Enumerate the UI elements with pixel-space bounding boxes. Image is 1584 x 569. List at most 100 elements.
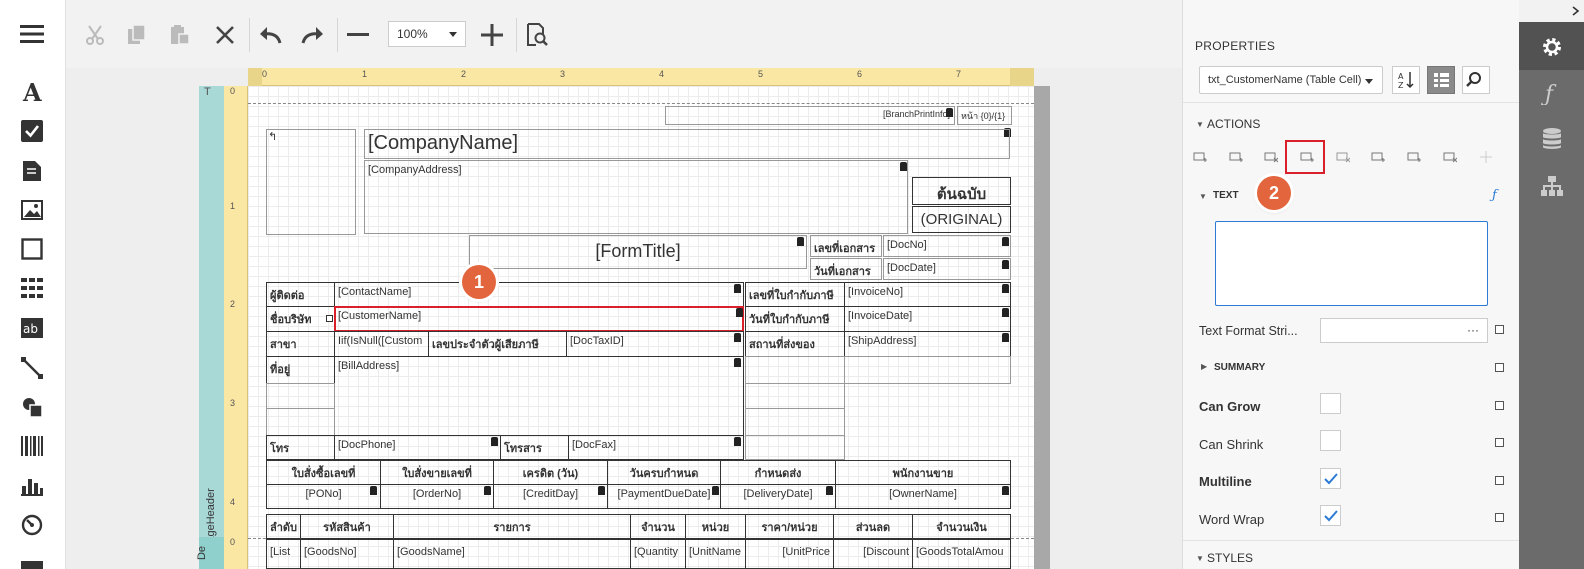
merge-cells-icon[interactable] <box>1479 150 1493 164</box>
invoice-spacer-5[interactable] <box>745 435 845 460</box>
line-tool-icon[interactable] <box>18 354 46 382</box>
doc-no-label[interactable]: เลขที่เอกสาร <box>810 235 882 257</box>
item-header-amount[interactable]: จำนวนเงิน <box>912 514 1011 539</box>
rich-text-tool-icon[interactable] <box>18 157 46 185</box>
info-value-delivery[interactable]: [DeliveryDate] <box>720 484 836 509</box>
insert-cell-left-icon[interactable] <box>1371 150 1385 164</box>
summary-label[interactable]: SUMMARY <box>1214 362 1265 373</box>
invoice-spacer-1[interactable] <box>745 356 845 384</box>
can-grow-marker[interactable] <box>1495 401 1504 410</box>
design-surface[interactable]: T PageHeader De 0 1 2 3 4 5 6 7 0 1 2 3 … <box>66 68 1190 569</box>
info-value-order[interactable]: [OrderNo] <box>380 484 494 509</box>
ship-label[interactable]: สถานที่ส่งของ <box>745 331 845 357</box>
phone-label[interactable]: โทร <box>266 435 335 460</box>
text-expand-icon[interactable]: ▼ <box>1199 192 1207 201</box>
item-header-discount[interactable]: ส่วนลด <box>833 514 913 539</box>
undo-icon[interactable] <box>255 20 285 50</box>
item-header-no[interactable]: ลำดับ <box>266 514 301 539</box>
multiline-checkbox[interactable] <box>1320 468 1341 489</box>
invoice-date-value[interactable]: [InvoiceDate] <box>844 306 1011 332</box>
item-value-amount[interactable]: [GoodsTotalAmou <box>912 539 1011 569</box>
sparkline-tool-icon[interactable] <box>18 550 46 569</box>
zoom-select[interactable]: 100% <box>388 21 466 47</box>
ellipsis-button[interactable]: ··· <box>1467 323 1479 337</box>
invoice-no-label[interactable]: เลขที่ใบกำกับภาษี <box>745 282 845 307</box>
company-address[interactable]: [CompanyAddress] <box>364 160 908 234</box>
can-shrink-checkbox[interactable] <box>1320 430 1341 451</box>
info-header-po[interactable]: ใบสั่งซื้อเลขที่ <box>266 460 381 485</box>
gear-icon[interactable] <box>1539 34 1565 60</box>
item-value-code[interactable]: [GoodsNo] <box>300 539 394 569</box>
database-icon[interactable] <box>1539 126 1565 152</box>
info-value-po[interactable]: [PONo] <box>266 484 381 509</box>
branch-value[interactable]: Iif(IsNull([Custom <box>334 331 429 357</box>
can-grow-checkbox[interactable] <box>1320 393 1341 414</box>
contact-label[interactable]: ผู้ติดต่อ <box>266 282 335 307</box>
band-detail-label[interactable]: De <box>196 546 208 560</box>
info-header-credit[interactable]: เครดิต (วัน) <box>493 460 608 485</box>
fax-value[interactable]: [DocFax] <box>568 435 744 460</box>
invoice-date-label[interactable]: วันที่ใบกำกับภาษี <box>745 306 845 332</box>
zoom-in-icon[interactable] <box>477 20 507 50</box>
label-tool-icon[interactable]: A <box>18 78 46 106</box>
report-explorer-icon[interactable] <box>1539 173 1565 199</box>
checkbox-tool-icon[interactable] <box>18 117 46 145</box>
barcode-tool-icon[interactable] <box>18 432 46 460</box>
address-label[interactable]: ที่อยู่ <box>266 356 335 384</box>
copy-label-th[interactable]: ต้นฉบับ <box>912 177 1011 205</box>
text-label[interactable]: TEXT <box>1213 190 1239 201</box>
character-comb-tool-icon[interactable]: ab <box>18 314 46 342</box>
sort-alphabetically-button[interactable]: AZ <box>1392 66 1420 94</box>
item-value-name[interactable]: [GoodsName] <box>393 539 631 569</box>
doc-date-label[interactable]: วันที่เอกสาร <box>810 258 882 280</box>
item-value-no[interactable]: [List <box>266 539 301 569</box>
info-value-owner[interactable]: [OwnerName] <box>835 484 1011 509</box>
doc-date-value[interactable]: [DocDate] <box>883 258 1011 280</box>
chevron-right-icon[interactable] <box>1572 6 1580 16</box>
delete-icon[interactable] <box>210 20 240 50</box>
actions-expand-icon[interactable]: ▼ <box>1196 120 1204 129</box>
shape-tool-icon[interactable] <box>18 393 46 421</box>
word-wrap-checkbox[interactable] <box>1320 505 1341 526</box>
bill-address[interactable]: [BillAddress] <box>334 356 744 436</box>
item-value-unit[interactable]: [UnitName <box>685 539 746 569</box>
styles-expand-icon[interactable]: ▼ <box>1196 554 1204 563</box>
tax-id-value[interactable]: [DocTaxID] <box>566 331 744 357</box>
item-header-code[interactable]: รหัสสินค้า <box>300 514 394 539</box>
ship-address[interactable]: [ShipAddress] <box>844 331 1011 357</box>
styles-label[interactable]: STYLES <box>1207 551 1253 565</box>
branch-label[interactable]: สาขา <box>266 331 335 357</box>
report-page[interactable]: [BranchPrintInfo] หน้า {0}/{1} ↰ [Compan… <box>248 86 1034 569</box>
summary-marker[interactable] <box>1495 363 1504 372</box>
phone-value[interactable]: [DocPhone] <box>334 435 501 460</box>
invoice-spacer-3[interactable] <box>745 383 845 409</box>
page-info[interactable]: หน้า {0}/{1} <box>957 106 1012 125</box>
hamburger-menu-icon[interactable] <box>18 20 46 48</box>
text-format-marker[interactable] <box>1495 325 1504 334</box>
contact-name[interactable]: [ContactName] <box>334 282 744 307</box>
info-header-owner[interactable]: พนักงานขาย <box>835 460 1011 485</box>
tax-id-label[interactable]: เลขประจำตัวผู้เสียภาษี <box>428 331 567 357</box>
info-header-order[interactable]: ใบสั่งขายเลขที่ <box>380 460 494 485</box>
zoom-out-icon[interactable] <box>343 20 373 50</box>
picture-tool-icon[interactable] <box>18 196 46 224</box>
item-header-qty[interactable]: จำนวน <box>630 514 686 539</box>
search-properties-button[interactable] <box>1462 66 1490 94</box>
item-value-discount[interactable]: [Discount <box>833 539 913 569</box>
delete-cell-icon[interactable] <box>1443 150 1457 164</box>
text-editor[interactable] <box>1215 221 1488 306</box>
insert-row-above-icon[interactable] <box>1193 150 1207 164</box>
company-name[interactable]: [CompanyName] <box>364 129 1010 159</box>
table-tool-icon[interactable] <box>18 274 46 302</box>
word-wrap-marker[interactable] <box>1495 513 1504 522</box>
expressions-icon[interactable]: ƒ <box>1539 80 1565 106</box>
insert-row-below-icon[interactable] <box>1229 150 1243 164</box>
item-header-name[interactable]: รายการ <box>393 514 631 539</box>
component-selector[interactable]: txt_CustomerName (Table Cell) <box>1199 66 1383 94</box>
expression-icon[interactable]: ƒ <box>1492 188 1497 203</box>
info-header-delivery[interactable]: กำหนดส่ง <box>720 460 836 485</box>
copy-label-en[interactable]: (ORIGINAL) <box>912 206 1011 233</box>
item-value-qty[interactable]: [Quantity <box>630 539 686 569</box>
fax-label[interactable]: โทรสาร <box>500 435 569 460</box>
delete-row-icon[interactable] <box>1264 150 1278 164</box>
